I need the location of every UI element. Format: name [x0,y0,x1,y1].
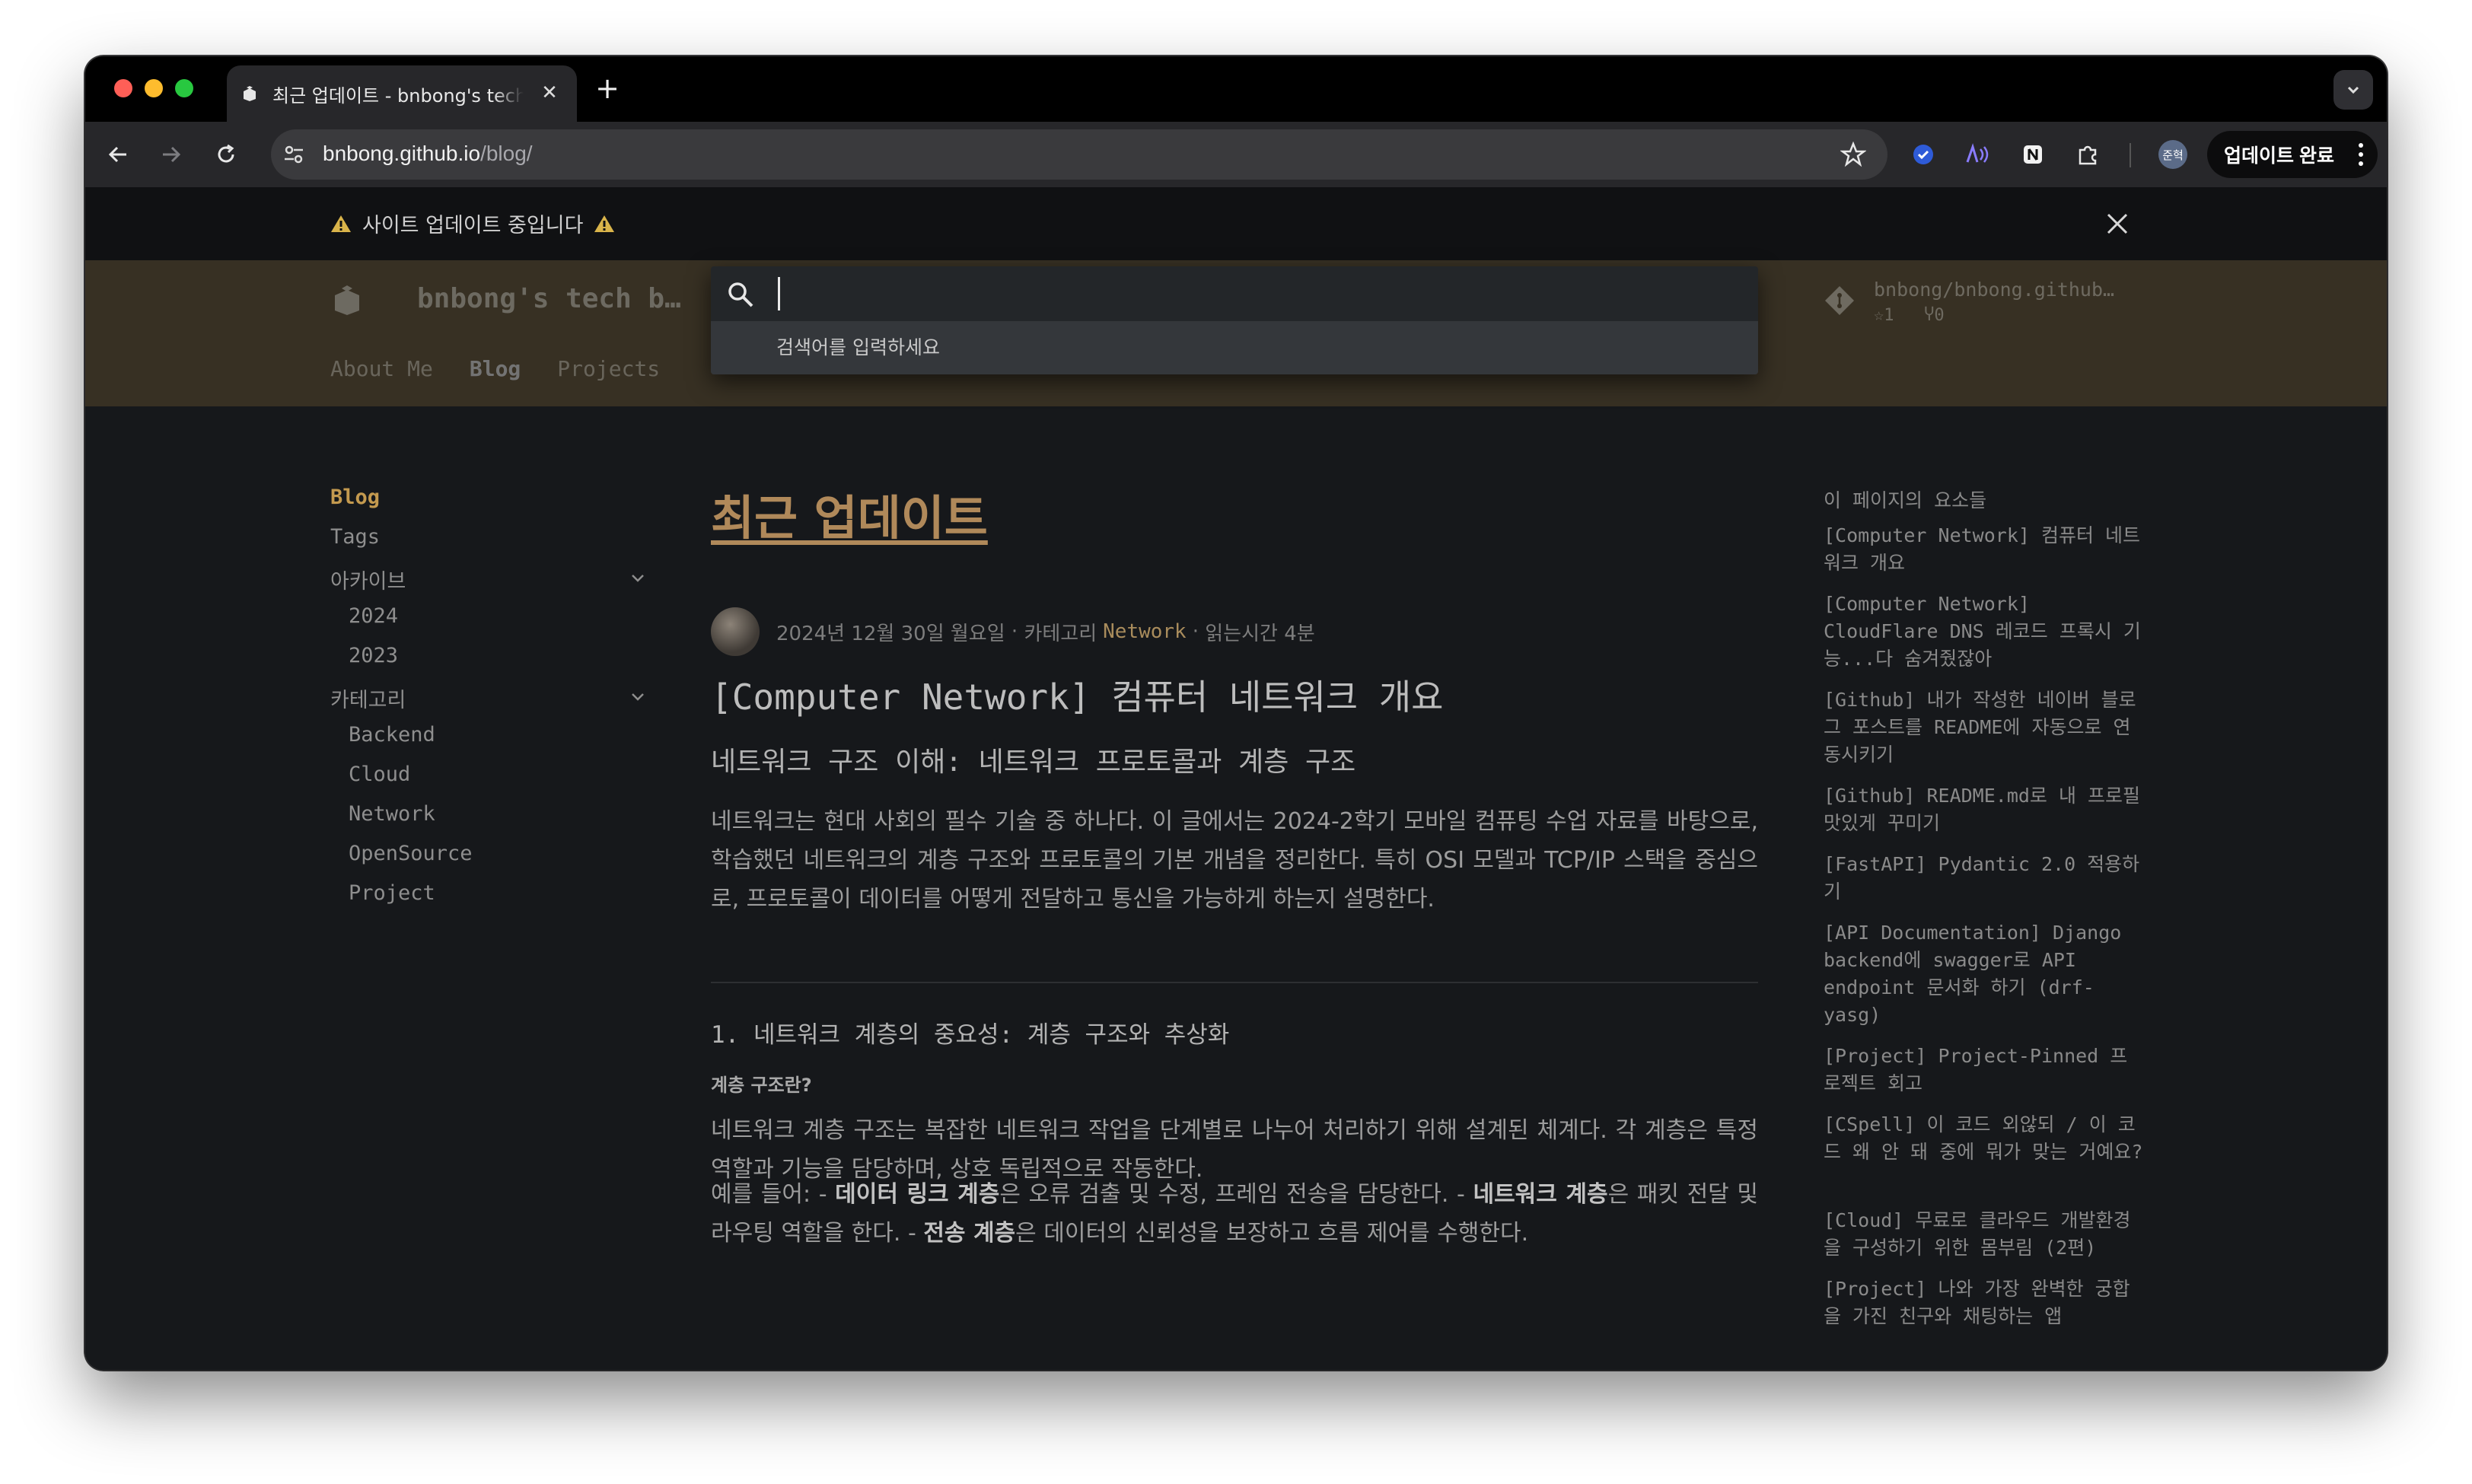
main-content: Blog Tags 아카이브 2024 2023 카테고리 Backend Cl… [85,406,2387,1370]
toc-item[interactable]: [Project] 나와 가장 완벽한 궁합을 가진 친구와 채팅하는 앱 [1824,1275,2143,1330]
announcement-banner: 사이트 업데이트 중입니다 [85,187,2387,260]
author-avatar [711,607,760,656]
page-title[interactable]: 최근 업데이트 [711,479,988,548]
new-tab-button[interactable]: + [592,73,623,103]
toc-item[interactable]: [Computer Network] 컴퓨터 네트워크 개요 [1824,522,2143,577]
close-banner-icon[interactable] [2104,210,2131,237]
reload-button[interactable] [210,139,242,170]
meta-separator: · [1005,620,1024,643]
toc-item[interactable]: [FastAPI] Pydantic 2.0 적용하기 [1824,851,2143,906]
forward-button[interactable] [155,139,187,170]
profile-label: 준혁 [2162,148,2184,162]
close-window-button[interactable] [114,79,132,97]
warning-icon [594,215,615,232]
meta-separator: · [1192,620,1206,643]
nav-blog[interactable]: Blog [470,356,521,381]
toc-item[interactable]: [Github] README.md로 내 프로필 맛있게 꾸미기 [1824,782,2143,837]
repo-forks: 0 [1934,306,1945,325]
url-text: bnbong.github.io/blog/ [323,142,533,165]
browser-toolbar: bnbong.github.io/blog/ 준혁 업데이트 완료 [85,122,2387,187]
announcement-message: 사이트 업데이트 중입니다 [330,209,615,238]
profile-avatar[interactable]: 준혁 [2158,140,2187,169]
repo-stars: 1 [1884,306,1894,325]
read-time: 읽는시간 4분 [1205,622,1315,645]
site-settings-icon[interactable] [282,142,306,167]
star-icon: ☆ [1874,306,1884,325]
sidebar-item-2023[interactable]: 2023 [349,644,398,667]
chevron-down-icon[interactable] [627,568,648,589]
git-icon [1825,286,1854,315]
body-paragraph-examples: 예를 들어: - 데이터 링크 계층은 오류 검출 및 수정, 프레임 전송을 … [711,1181,1758,1247]
update-button-label: 업데이트 완료 [2224,145,2334,167]
intro-paragraph: 네트워크는 현대 사회의 필수 기술 중 하나다. 이 글에서는 2024-2학… [711,808,1758,912]
text-cursor [778,277,780,310]
chevron-down-icon[interactable] [627,686,648,708]
category-prefix: 카테고리 [1024,622,1097,645]
maximize-window-button[interactable] [175,79,193,97]
sidebar-item-tags[interactable]: Tags [330,525,380,549]
toc-item[interactable]: [CSpell] 이 코드 외않되 / 이 코드 왜 안 돼 중에 뭐가 맞는 … [1824,1111,2143,1166]
post-title[interactable]: [Computer Network] 컴퓨터 네트워크 개요 [711,670,1443,720]
extension-wave-icon[interactable] [1964,140,1993,169]
tab-bar: 최근 업데이트 - bnbong's tech blog ✕ + [85,56,2387,122]
post-meta: 2024년 12월 30일 월요일 · 카테고리 Network · 읽는시간 … [711,607,1315,656]
post-date: 2024년 12월 30일 월요일 [776,622,1005,645]
web-page: 사이트 업데이트 중입니다 bnbong's tech blog About M… [85,187,2387,1370]
tab-title: 최근 업데이트 - bnbong's tech blog [272,84,524,107]
repo-stats: ☆1 Ⴤ0 [1874,306,1945,325]
section-heading: 1. 네트워크 계층의 중요성: 계층 구조와 추상화 [711,1021,1230,1049]
back-button[interactable] [102,139,134,170]
arrow-left-icon [108,146,126,163]
extensions-puzzle-icon[interactable] [2073,140,2102,169]
chevron-down-icon [2347,86,2359,94]
tab-search-button[interactable] [2333,70,2373,110]
nav-about-me[interactable]: About Me [330,356,433,381]
site-name[interactable]: bnbong's tech blog [417,283,697,314]
toc-item[interactable]: [Cloud] 무료로 클라우드 개발환경을 구성하기 위한 몸부림 (2편) [1824,1207,2143,1262]
toc-item[interactable]: [API Documentation] Django backend에 swag… [1824,919,2143,1029]
sidebar-item-network[interactable]: Network [349,802,435,826]
subsection-heading: 계층 구조란? [711,1075,812,1096]
toc-title: 이 페이지의 요소들 [1824,489,1987,511]
blog-favicon-icon [239,83,260,104]
bookmark-star-icon[interactable] [1840,142,1866,167]
browser-window: 최근 업데이트 - bnbong's tech blog ✕ + bnbong.… [85,56,2387,1370]
minimize-window-button[interactable] [145,79,163,97]
more-menu-icon[interactable] [2358,142,2364,167]
close-tab-icon[interactable]: ✕ [537,81,562,105]
extension-check-icon[interactable] [1909,140,1938,169]
top-nav: About Me Blog Projects [330,356,660,381]
sidebar-item-archive[interactable]: 아카이브 [330,565,406,594]
toc-item[interactable]: [Github] 내가 작성한 네이버 블로그 포스트를 README에 자동으… [1824,686,2143,769]
search-icon [728,282,753,307]
address-bar[interactable]: bnbong.github.io/blog/ [271,129,1887,180]
sidebar-item-category[interactable]: 카테고리 [330,683,406,713]
search-dialog: 검색어를 입력하세요 [711,266,1758,374]
search-input[interactable] [711,266,1758,321]
active-tab[interactable]: 최근 업데이트 - bnbong's tech blog ✕ [227,65,577,122]
toc-item[interactable]: [Computer Network] CloudFlare DNS 레코드 프록… [1824,591,2143,673]
sidebar-item-opensource[interactable]: OpenSource [349,842,473,865]
banner-text: 사이트 업데이트 중입니다 [362,214,584,237]
divider [711,982,1758,983]
search-hint: 검색어를 입력하세요 [711,321,1758,374]
arrow-right-icon [163,146,181,163]
toc-item[interactable]: [Project] Project-Pinned 프로젝트 회고 [1824,1043,2143,1097]
post-subtitle: 네트워크 구조 이해: 네트워크 프로토콜과 계층 구조 [711,747,1356,778]
sidebar-item-backend[interactable]: Backend [349,723,435,747]
nav-projects[interactable]: Projects [557,356,660,381]
sidebar-item-cloud[interactable]: Cloud [349,763,410,786]
sidebar-item-2024[interactable]: 2024 [349,604,398,628]
repo-name: bnbong/bnbong.github.io [1874,279,2125,301]
warning-icon [331,215,351,232]
sidebar-item-blog[interactable]: Blog [330,486,380,509]
sidebar-item-project[interactable]: Project [349,881,435,905]
reload-icon [218,144,234,163]
extension-notion-icon[interactable] [2018,140,2047,169]
toolbar-divider [2130,143,2131,167]
update-complete-button[interactable]: 업데이트 완료 [2207,131,2378,178]
site-logo-icon[interactable] [330,283,364,317]
post-category-link[interactable]: Network [1103,620,1187,643]
fork-icon: Ⴤ [1924,306,1935,325]
